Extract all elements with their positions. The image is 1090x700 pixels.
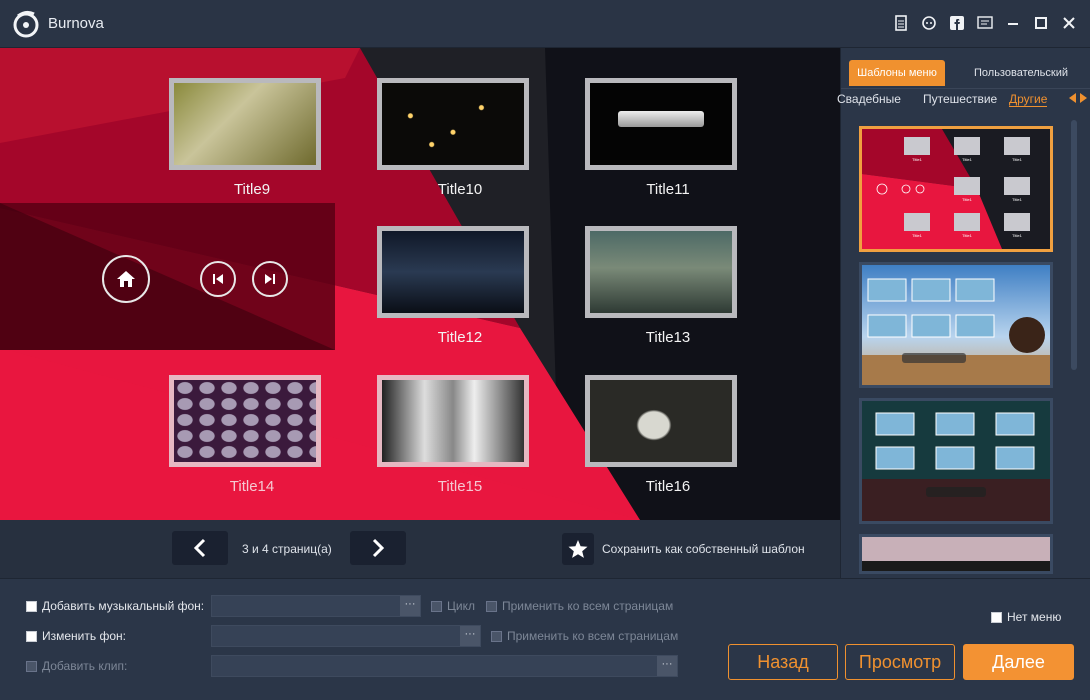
preview-button[interactable]: Просмотр: [845, 644, 955, 680]
title15-label: Title15: [437, 478, 483, 495]
scroll-right-icon[interactable]: [1079, 93, 1087, 103]
background-path-field[interactable]: ···: [211, 625, 481, 647]
template-title-text: Title1: [1012, 157, 1022, 162]
music-path-field[interactable]: ···: [211, 595, 421, 617]
title16-label: Title16: [645, 478, 691, 495]
add-music-label: Добавить музыкальный фон:: [42, 599, 205, 613]
app-window: Burnova Title9 Title10 Title11 Title12 T…: [0, 0, 1090, 700]
apply-all-bg-checkbox[interactable]: Применить ко всем страницам: [491, 629, 678, 643]
clip-path-field[interactable]: ···: [211, 655, 678, 677]
feedback-icon[interactable]: [920, 14, 938, 32]
minimize-icon[interactable]: [1004, 14, 1022, 32]
title11-label: Title11: [646, 181, 690, 198]
title13-thumbnail[interactable]: [585, 226, 737, 318]
back-button[interactable]: Назад: [728, 644, 838, 680]
category-travel[interactable]: Путешествие: [923, 92, 997, 106]
loop-checkbox[interactable]: Цикл: [431, 599, 475, 613]
star-icon: [568, 540, 588, 558]
options-panel: Добавить музыкальный фон: ··· Цикл Приме…: [0, 578, 1090, 700]
title9-thumbnail[interactable]: [169, 78, 321, 170]
template-panel: Шаблоны меню Пользовательский Свадебные …: [837, 48, 1090, 578]
loop-label: Цикл: [447, 599, 475, 613]
pager-bar: 3 и 4 страниц(а) Сохранить как собственн…: [0, 520, 840, 578]
tab-menu-templates[interactable]: Шаблоны меню: [849, 60, 945, 86]
chevron-left-icon: [193, 538, 206, 558]
home-button[interactable]: [102, 255, 150, 303]
template-thumb-3[interactable]: [859, 398, 1053, 524]
title14-thumbnail[interactable]: [169, 375, 321, 467]
template-title-text: Title1: [962, 197, 972, 202]
skip-forward-icon: [265, 274, 275, 284]
title16-thumbnail[interactable]: [585, 375, 737, 467]
category-other[interactable]: Другие: [1009, 92, 1048, 107]
title-bar: Burnova: [0, 0, 1090, 48]
save-template-button[interactable]: Сохранить как собственный шаблон: [562, 533, 805, 565]
prev-chapter-button[interactable]: [200, 261, 236, 297]
title10-thumbnail[interactable]: [377, 78, 529, 170]
close-icon[interactable]: [1060, 14, 1078, 32]
app-logo-icon: [13, 10, 39, 38]
category-wedding[interactable]: Свадебные: [837, 92, 901, 106]
no-menu-label: Нет меню: [1007, 610, 1062, 624]
title10-label: Title10: [437, 181, 483, 198]
title12-thumbnail[interactable]: [377, 226, 529, 318]
home-icon: [117, 271, 135, 287]
template-title-text: Title1: [1012, 197, 1022, 202]
add-clip-checkbox[interactable]: Добавить клип:: [26, 659, 127, 673]
title12-label: Title12: [437, 329, 483, 346]
template-scrollbar[interactable]: [1071, 120, 1077, 370]
file-icon[interactable]: [892, 14, 910, 32]
apply-all-music-label: Применить ко всем страницам: [502, 599, 674, 613]
menu-preview: Title9 Title10 Title11 Title12 Title13 T…: [0, 48, 840, 520]
save-template-label: Сохранить как собственный шаблон: [602, 542, 805, 556]
tab-custom[interactable]: Пользовательский: [959, 60, 1083, 86]
template-thumb-4[interactable]: [859, 534, 1053, 574]
app-title: Burnova: [48, 15, 104, 32]
facebook-icon[interactable]: [948, 14, 966, 32]
template-thumb-2[interactable]: [859, 262, 1053, 388]
maximize-icon[interactable]: [1032, 14, 1050, 32]
title15-thumbnail[interactable]: [377, 375, 529, 467]
page-indicator: 3 и 4 страниц(а): [242, 542, 332, 556]
apply-all-music-checkbox[interactable]: Применить ко всем страницам: [486, 599, 673, 613]
next-button[interactable]: Далее: [963, 644, 1074, 680]
scroll-left-icon[interactable]: [1069, 93, 1077, 103]
next-chapter-button[interactable]: [252, 261, 288, 297]
prev-page-button[interactable]: [172, 531, 228, 565]
template-title-text: Title1: [962, 233, 972, 238]
template-title-text: Title1: [912, 157, 922, 162]
next-page-button[interactable]: [350, 531, 406, 565]
chevron-right-icon: [372, 538, 385, 558]
title9-label: Title9: [233, 181, 271, 198]
apply-all-bg-label: Применить ко всем страницам: [507, 629, 679, 643]
change-bg-label: Изменить фон:: [42, 629, 126, 643]
add-music-checkbox[interactable]: Добавить музыкальный фон:: [26, 599, 204, 613]
browse-music-button[interactable]: ···: [400, 596, 420, 616]
template-title-text: Title1: [962, 157, 972, 162]
title11-thumbnail[interactable]: [585, 78, 737, 170]
add-clip-label: Добавить клип:: [42, 659, 128, 673]
template-title-text: Title1: [912, 233, 922, 238]
title13-label: Title13: [645, 329, 691, 346]
menu-list-icon[interactable]: [976, 14, 994, 32]
skip-back-icon: [213, 274, 223, 284]
title14-label: Title14: [229, 478, 275, 495]
template-title-text: Title1: [1012, 233, 1022, 238]
template-thumb-1[interactable]: Title1 Title1 Title1 Title1 Title1 Title…: [859, 126, 1053, 252]
browse-bg-button[interactable]: ···: [460, 626, 480, 646]
change-bg-checkbox[interactable]: Изменить фон:: [26, 629, 126, 643]
no-menu-checkbox[interactable]: Нет меню: [991, 610, 1061, 624]
browse-clip-button[interactable]: ···: [657, 656, 677, 676]
